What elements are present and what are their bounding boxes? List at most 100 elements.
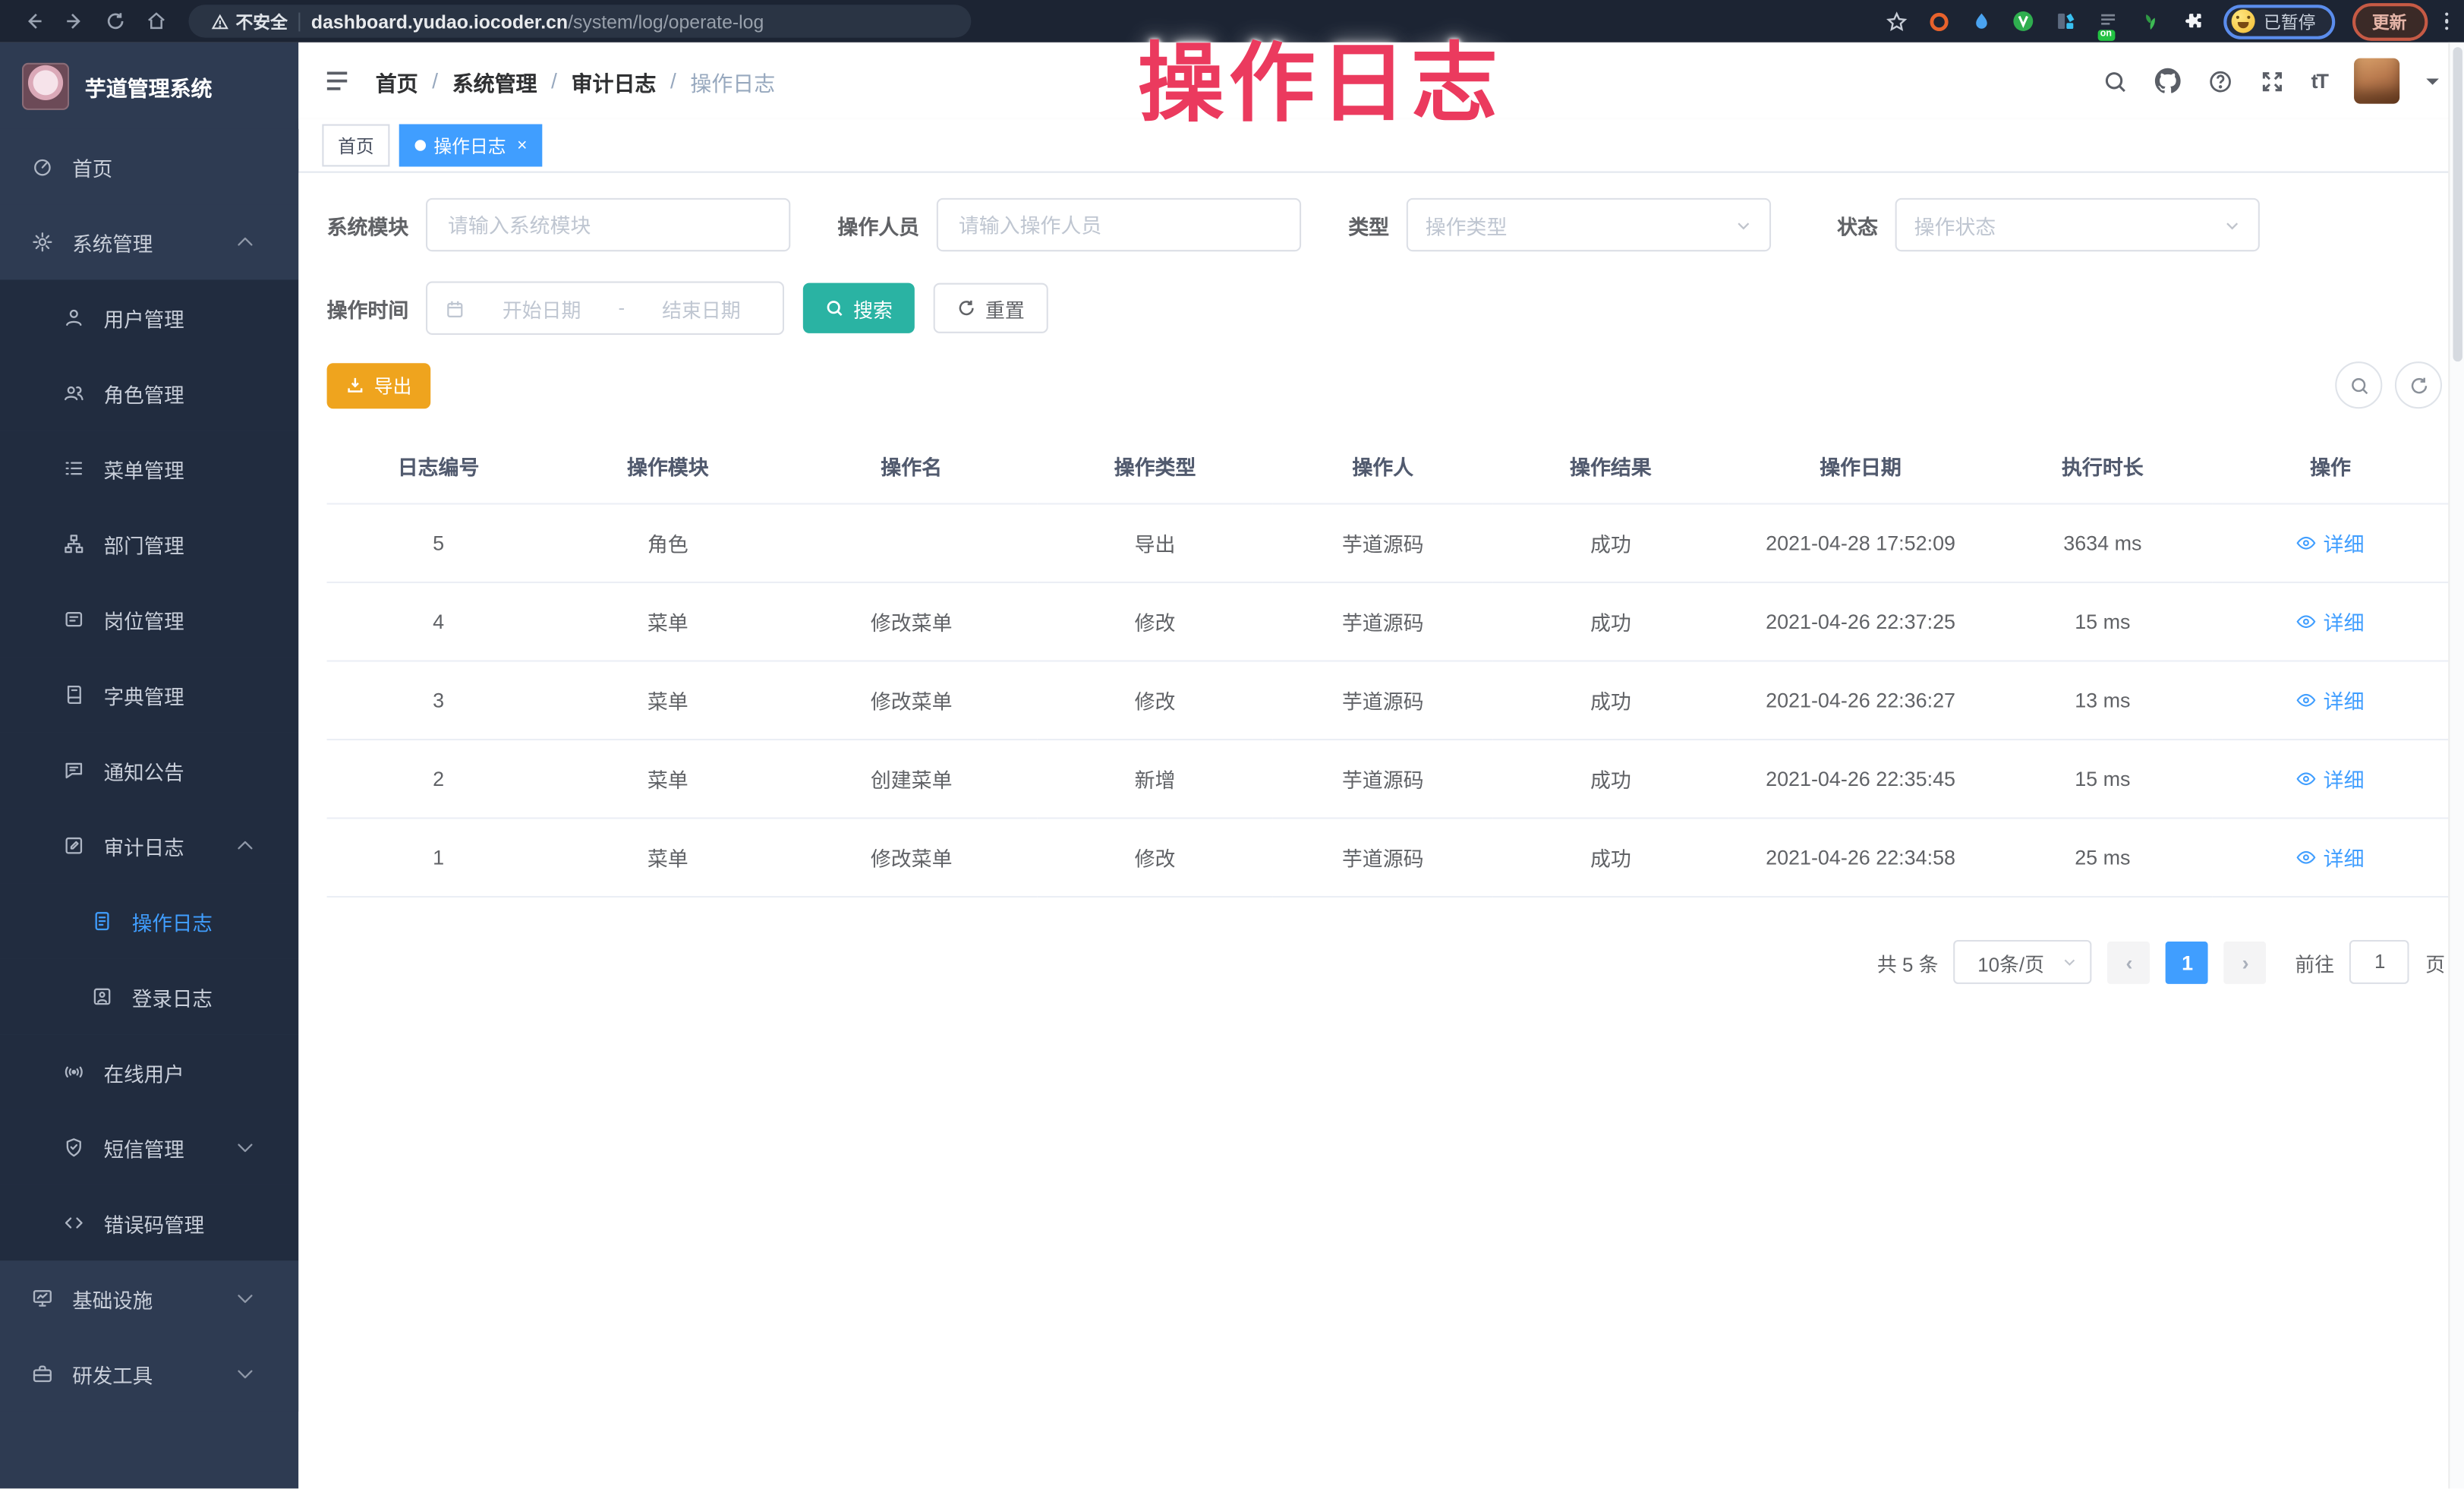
page-size-select[interactable]: 10条/页 — [1954, 940, 2092, 984]
sidebar-item-audit-log[interactable]: 审计日志 — [0, 808, 298, 883]
sidebar-item-notice[interactable]: 通知公告 — [0, 733, 298, 808]
profile-paused-badge[interactable]: 已暂停 — [2223, 4, 2334, 39]
browser-home-icon[interactable] — [138, 4, 173, 39]
table-cell: 3 — [327, 661, 550, 740]
page-1-button[interactable]: 1 — [2166, 941, 2209, 983]
type-label: 类型 — [1348, 210, 1389, 239]
eye-icon — [2296, 611, 2317, 632]
breadcrumb: 首页/系统管理/审计日志/操作日志 — [376, 65, 775, 96]
sidebar-item-label: 操作日志 — [132, 906, 213, 935]
table-cell: 导出 — [1037, 503, 1273, 582]
sidebar-item-dev-tools[interactable]: 研发工具 — [0, 1336, 298, 1412]
sidebar-item-home[interactable]: 首页 — [0, 129, 298, 204]
breadcrumb-item[interactable]: 首页 — [376, 65, 418, 96]
next-page-button[interactable]: › — [2224, 941, 2267, 983]
status-select[interactable]: 操作状态 — [1895, 198, 2260, 251]
tab-home[interactable]: 首页 — [322, 125, 389, 167]
search-icon[interactable] — [2102, 68, 2127, 93]
extension-blue-square-icon[interactable] — [2053, 8, 2078, 33]
fullscreen-icon[interactable] — [2259, 68, 2284, 93]
sidebar-item-operate-log[interactable]: 操作日志 — [0, 883, 298, 958]
tags-view-bar: 首页操作日志× — [298, 119, 2464, 172]
column-header: 操作人 — [1273, 429, 1493, 503]
close-icon[interactable]: × — [517, 136, 527, 155]
breadcrumb-separator: / — [551, 69, 557, 93]
extension-blue-drop-icon[interactable] — [1968, 8, 1993, 33]
breadcrumb-item[interactable]: 审计日志 — [572, 65, 657, 96]
sidebar-item-post-management[interactable]: 岗位管理 — [0, 582, 298, 657]
sidebar-item-menu-management[interactable]: 菜单管理 — [0, 431, 298, 506]
module-input[interactable] — [426, 198, 790, 251]
avatar-caret-icon[interactable] — [2426, 77, 2439, 90]
extensions-puzzle-icon[interactable] — [2180, 8, 2205, 33]
sidebar-item-login-log[interactable]: 登录日志 — [0, 959, 298, 1034]
sidebar-item-user-management[interactable]: 用户管理 — [0, 279, 298, 355]
eye-icon — [2296, 533, 2317, 554]
extension-dark-on-icon[interactable]: on — [2096, 8, 2121, 33]
extension-orange-icon[interactable] — [1926, 8, 1951, 33]
not-secure-warning[interactable]: 不安全 — [210, 8, 287, 33]
detail-link[interactable]: 详细 — [2296, 764, 2364, 793]
refresh-table-button[interactable] — [2395, 361, 2442, 409]
extension-green-v-icon[interactable] — [2011, 8, 2036, 33]
sidebar-item-online-user[interactable]: 在线用户 — [0, 1034, 298, 1109]
sidebar-item-label: 基础设施 — [72, 1283, 153, 1313]
column-header: 执行时长 — [1993, 429, 2213, 503]
sidebar-item-system-management[interactable]: 系统管理 — [0, 204, 298, 279]
table-cell: 芋道源码 — [1273, 819, 1493, 898]
sidebar-item-dept-management[interactable]: 部门管理 — [0, 506, 298, 582]
tab-operate-log[interactable]: 操作日志× — [399, 125, 543, 167]
top-navbar: 首页/系统管理/审计日志/操作日志 tT — [298, 43, 2464, 119]
collapse-sidebar-icon[interactable] — [323, 68, 350, 94]
help-icon[interactable] — [2207, 68, 2232, 93]
sidebar-item-role-management[interactable]: 角色管理 — [0, 355, 298, 431]
notice-icon — [63, 759, 85, 781]
app-logo-row[interactable]: 芋道管理系统 — [0, 43, 298, 129]
sms-icon — [63, 1137, 85, 1159]
type-select[interactable]: 操作类型 — [1407, 198, 1771, 251]
address-bar[interactable]: 不安全 dashboard.yudao.iocoder.cn/system/lo… — [188, 5, 971, 37]
table-cell: 修改菜单 — [786, 661, 1037, 740]
browser-refresh-icon[interactable] — [97, 4, 132, 39]
scrollbar-thumb[interactable] — [2452, 47, 2461, 361]
sidebar-item-sms-management[interactable]: 短信管理 — [0, 1110, 298, 1185]
sidebar-item-error-code-management[interactable]: 错误码管理 — [0, 1185, 298, 1260]
sidebar-menu: 首页系统管理用户管理角色管理菜单管理部门管理岗位管理字典管理通知公告审计日志操作… — [0, 129, 298, 1489]
goto-page-input[interactable] — [2350, 940, 2410, 984]
bookmark-star-icon[interactable] — [1883, 8, 1908, 33]
reset-button[interactable]: 重置 — [934, 283, 1048, 333]
detail-link[interactable]: 详细 — [2296, 843, 2364, 872]
sidebar-item-label: 通知公告 — [104, 756, 184, 785]
operator-input[interactable] — [937, 198, 1301, 251]
date-range-picker[interactable]: 开始日期 - 结束日期 — [426, 282, 784, 335]
extension-green-sprout-icon[interactable] — [2138, 8, 2163, 33]
gear-icon — [31, 231, 53, 253]
table-cell: 菜单 — [550, 819, 786, 898]
detail-link[interactable]: 详细 — [2296, 607, 2364, 636]
github-icon[interactable] — [2154, 68, 2181, 94]
sidebar-item-dict-management[interactable]: 字典管理 — [0, 657, 298, 732]
browser-menu-icon[interactable] — [2444, 12, 2448, 30]
detail-link[interactable]: 详细 — [2296, 528, 2364, 558]
show-search-button[interactable] — [2335, 361, 2382, 409]
chevron-down-icon — [234, 1287, 256, 1309]
sidebar-item-label: 部门管理 — [104, 529, 184, 559]
browser-update-button[interactable]: 更新 — [2352, 2, 2427, 40]
goto-label: 前往 — [2295, 947, 2334, 976]
detail-link[interactable]: 详细 — [2296, 686, 2364, 715]
prev-page-button[interactable]: ‹ — [2108, 941, 2150, 983]
table-cell: 菜单 — [550, 740, 786, 819]
export-button[interactable]: 导出 — [327, 362, 431, 408]
table-row: 1菜单修改菜单修改芋道源码成功2021-04-26 22:34:5825 ms详… — [327, 819, 2449, 898]
user-avatar[interactable] — [2354, 58, 2399, 104]
search-button[interactable]: 搜索 — [803, 283, 915, 333]
breadcrumb-item[interactable]: 系统管理 — [452, 65, 537, 96]
sidebar-item-infrastructure[interactable]: 基础设施 — [0, 1260, 298, 1336]
font-size-icon[interactable]: tT — [2311, 69, 2327, 93]
breadcrumb-item: 操作日志 — [690, 65, 775, 96]
page-scrollbar[interactable] — [2448, 43, 2464, 1489]
browser-forward-icon[interactable] — [57, 4, 92, 39]
sidebar: 芋道管理系统 首页系统管理用户管理角色管理菜单管理部门管理岗位管理字典管理通知公… — [0, 43, 298, 1489]
browser-back-icon[interactable] — [16, 4, 51, 39]
chevron-down-icon — [2062, 954, 2078, 970]
